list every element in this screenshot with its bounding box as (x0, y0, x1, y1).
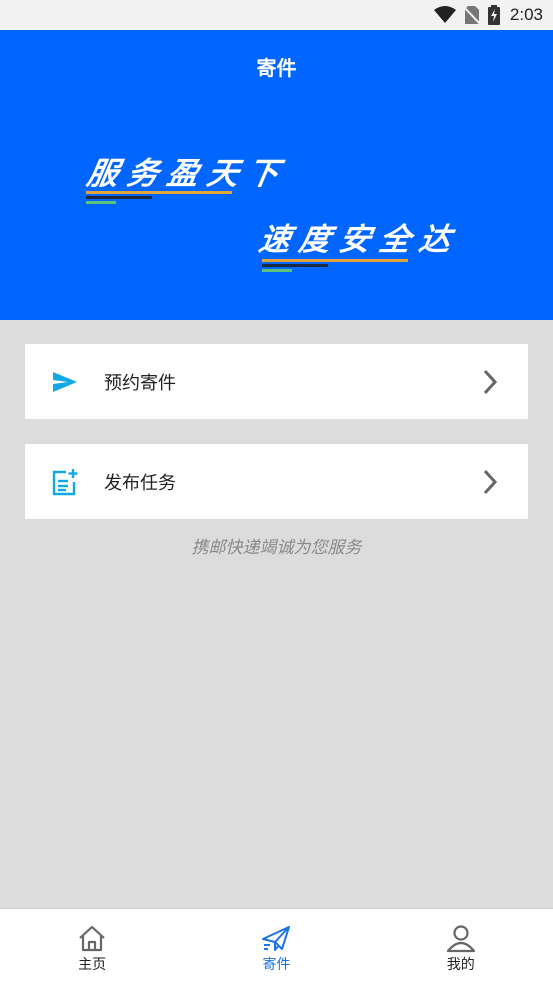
post-add-icon (52, 469, 78, 496)
slogan-line-1: 服务盈天下 (84, 156, 291, 192)
paper-plane-icon (262, 926, 291, 951)
slogan-underline-green-2 (262, 269, 292, 272)
tagline: 携邮快递竭诚为您服务 (191, 538, 362, 558)
nav-profile[interactable]: 我的 (369, 909, 553, 983)
publish-task-button[interactable]: 发布任务 (25, 444, 528, 519)
page-title: 寄件 (256, 56, 297, 80)
chevron-right-icon (483, 469, 498, 495)
slogan-underline-dark-2 (262, 264, 328, 267)
slogan-underline-gold (86, 191, 232, 194)
chevron-right-icon (483, 369, 498, 395)
home-icon (79, 925, 105, 952)
no-sim-icon (463, 6, 480, 25)
nav-send-label: 寄件 (262, 957, 291, 973)
status-bar: 2:03 (0, 0, 553, 30)
slogan-line-2: 速度安全达 (256, 222, 463, 258)
send-icon (53, 372, 77, 392)
nav-home[interactable]: 主页 (0, 909, 184, 983)
battery-charging-icon (487, 5, 500, 25)
schedule-shipment-button[interactable]: 预约寄件 (25, 344, 528, 419)
publish-task-label: 发布任务 (104, 472, 176, 494)
wifi-icon (433, 6, 456, 23)
schedule-shipment-label: 预约寄件 (104, 372, 176, 394)
slogan-underline-dark (86, 196, 152, 199)
header-banner: 寄件 服务盈天下 速度安全达 (0, 30, 553, 320)
user-icon (446, 925, 475, 953)
status-time: 2:03 (509, 5, 543, 24)
slogan-underline-green (86, 201, 116, 204)
slogan-underline-gold-2 (262, 259, 408, 262)
bottom-nav: 主页 寄件 我的 (0, 908, 553, 983)
nav-send[interactable]: 寄件 (184, 909, 368, 983)
nav-home-label: 主页 (78, 957, 107, 973)
nav-profile-label: 我的 (446, 957, 475, 973)
